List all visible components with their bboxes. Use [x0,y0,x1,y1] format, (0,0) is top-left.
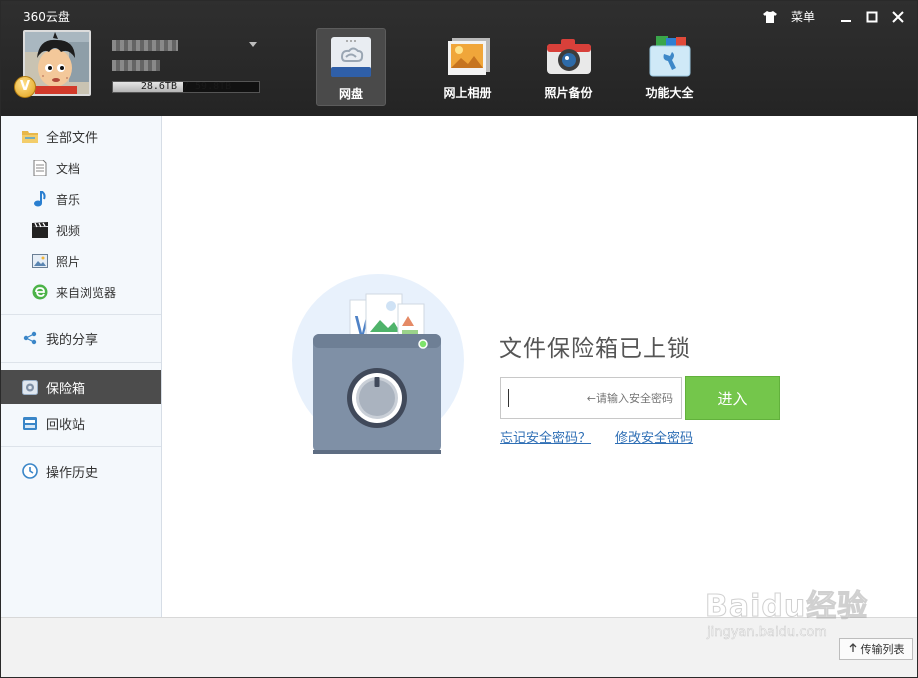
camera-icon [545,34,593,78]
transfer-list-label: 传输列表 [860,643,905,656]
sidebar-divider [1,362,161,363]
status-footer: 传输列表 [1,617,917,677]
sidebar-item-documents[interactable]: 文档 [1,152,161,184]
sidebar-item-music[interactable]: 音乐 [1,183,161,215]
browser-icon [31,283,49,301]
picture-icon [31,252,49,270]
header-bar: 360云盘 菜单 V 28.6TB / 59.8TB 网盘 网上相册 照片备份 … [1,1,917,116]
sidebar-item-photos[interactable]: 照片 [1,245,161,277]
photo-album-icon [444,34,492,78]
sidebar-item-safe[interactable]: 保险箱 [1,370,161,404]
sidebar-item-label: 照片 [56,254,81,269]
document-icon [31,159,49,177]
menu-button[interactable]: 菜单 [791,8,815,25]
minimize-icon[interactable] [837,9,855,25]
sidebar-item-label: 保险箱 [46,381,86,397]
vip-badge: V [14,76,36,98]
username-redacted [112,40,178,51]
sidebar-item-label: 视频 [56,223,81,238]
nav-cloud-drive[interactable]: 网盘 [316,28,386,106]
sidebar-item-all-files[interactable]: 全部文件 [1,120,161,152]
enter-safe-button[interactable]: 进入 [685,376,780,420]
recycle-bin-icon [21,414,39,432]
safe-icon [21,378,39,396]
sidebar-item-label: 我的分享 [46,332,99,348]
app-window: 360云盘 菜单 V 28.6TB / 59.8TB 网盘 网上相册 照片备份 … [0,0,918,678]
share-icon [21,329,39,347]
sidebar-item-label: 来自浏览器 [56,285,117,300]
history-icon [21,462,39,480]
sidebar-item-label: 回收站 [46,417,86,433]
folder-icon [21,127,39,145]
storage-quota-text: 28.6TB / 59.8TB [140,81,232,92]
nav-label: 网盘 [338,87,363,101]
nav-photo-backup[interactable]: 照片备份 [518,28,619,106]
main-nav: 网盘 网上相册 照片备份 功能大全 [316,28,720,106]
forgot-password-link[interactable]: 忘记安全密码？ [500,427,591,446]
nav-label: 照片备份 [544,86,593,100]
music-note-icon [31,190,49,208]
storage-quota-bar: 28.6TB / 59.8TB [112,81,260,93]
nav-label: 功能大全 [645,86,694,100]
transfer-list-button[interactable]: 传输列表 [839,638,913,660]
sidebar-item-video[interactable]: 视频 [1,214,161,246]
app-title: 360云盘 [23,10,70,24]
nav-photo-album[interactable]: 网上相册 [417,28,518,106]
toolbox-icon [646,34,694,78]
cloud-drive-icon [327,35,375,79]
clapperboard-icon [31,221,49,239]
sidebar-divider [1,446,161,447]
main-content: W 文件保险箱已上锁 [162,116,917,617]
user-info-redacted [112,60,160,71]
sidebar: 全部文件 文档 音乐 视频 照片 来自浏览器 我的分享 保险箱 回收站 操作历史 [1,116,162,617]
sidebar-item-label: 操作历史 [46,465,99,481]
sidebar-item-recycle-bin[interactable]: 回收站 [1,407,161,439]
change-password-link[interactable]: 修改安全密码 [615,427,693,446]
tshirt-skin-icon[interactable] [761,9,779,25]
account-dropdown-icon[interactable] [249,42,257,47]
vault-locked-title: 文件保险箱已上锁 [499,336,691,362]
text-caret [508,389,509,407]
upload-arrow-icon [848,642,858,656]
sidebar-item-label: 音乐 [56,192,81,207]
maximize-icon[interactable] [863,9,881,25]
nav-label: 网上相册 [443,86,492,100]
sidebar-item-label: 文档 [56,161,81,176]
nav-toolbox[interactable]: 功能大全 [619,28,720,106]
safe-password-input[interactable] [500,377,682,419]
sidebar-divider [1,314,161,315]
sidebar-item-from-browser[interactable]: 来自浏览器 [1,276,161,308]
close-icon[interactable] [889,9,907,25]
locked-safe-illustration: W [290,274,466,460]
window-controls: 菜单 [761,8,907,25]
sidebar-item-my-shares[interactable]: 我的分享 [1,322,161,354]
sidebar-item-label: 全部文件 [46,130,99,146]
sidebar-item-history[interactable]: 操作历史 [1,455,161,487]
